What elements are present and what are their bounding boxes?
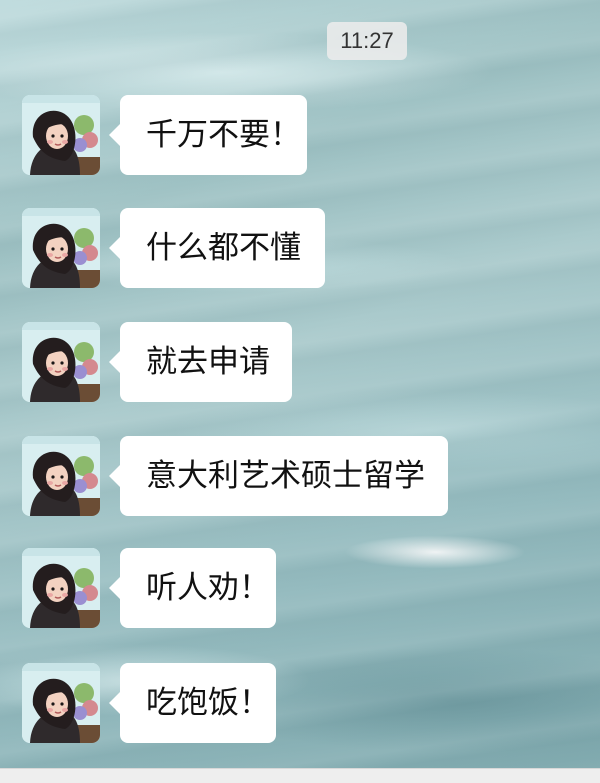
sender-avatar[interactable]: [22, 436, 100, 516]
bottom-input-strip: [0, 768, 600, 783]
sender-avatar[interactable]: [22, 322, 100, 402]
message-bubble[interactable]: 什么都不懂: [109, 208, 325, 288]
sender-avatar[interactable]: [22, 548, 100, 628]
message-bubble[interactable]: 意大利艺术硕士留学: [109, 436, 448, 516]
sender-avatar[interactable]: [22, 95, 100, 175]
message-bubble[interactable]: 就去申请: [109, 322, 292, 402]
message-timestamp: 11:27: [327, 22, 407, 60]
message-bubble[interactable]: 吃饱饭！: [109, 663, 276, 743]
message-bubble[interactable]: 听人劝！: [109, 548, 276, 628]
sender-avatar[interactable]: [22, 208, 100, 288]
sender-avatar[interactable]: [22, 663, 100, 743]
message-bubble[interactable]: 千万不要！: [109, 95, 307, 175]
